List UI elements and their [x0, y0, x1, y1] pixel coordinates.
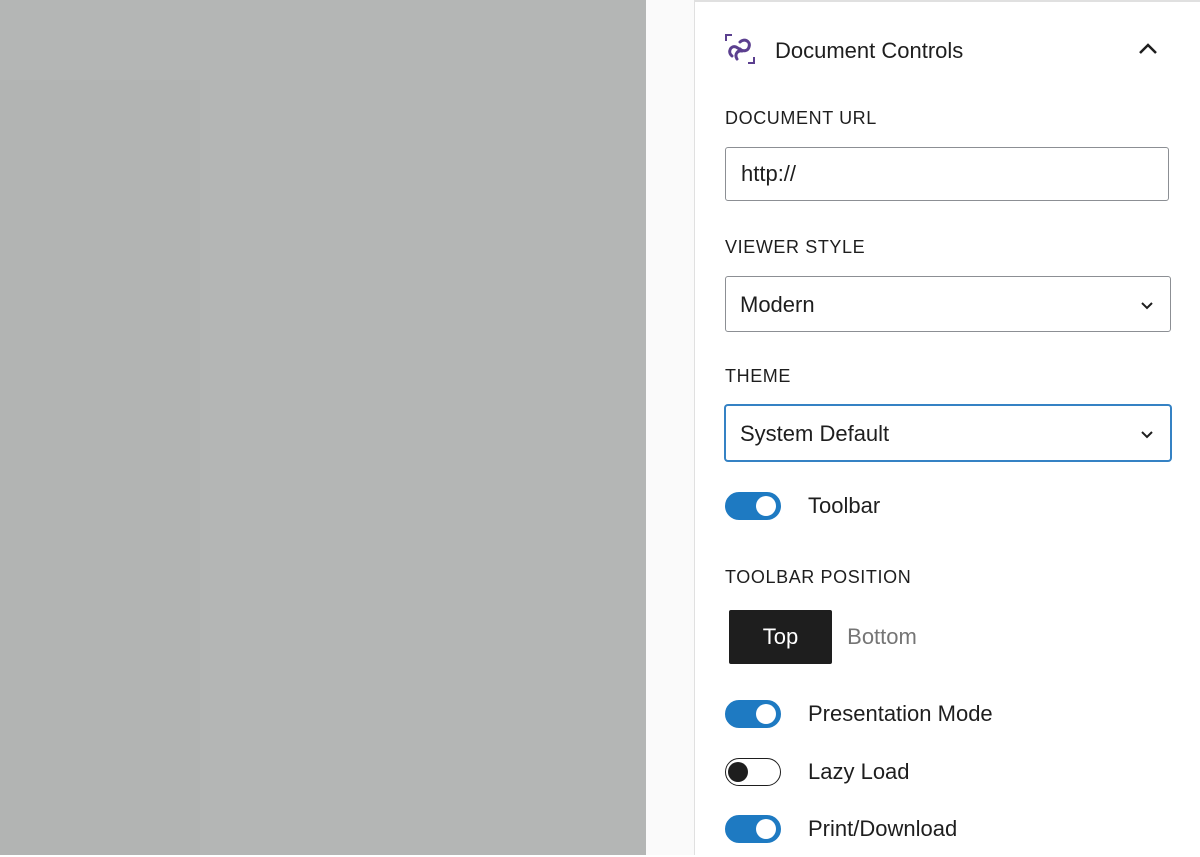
- viewer-style-label: VIEWER STYLE: [725, 237, 866, 257]
- chevron-down-icon: [1141, 302, 1153, 310]
- viewer-style-select[interactable]: Modern: [725, 276, 1171, 332]
- toolbar-position-bottom-button[interactable]: Bottom: [832, 610, 932, 664]
- theme-label: THEME: [725, 366, 791, 386]
- toolbar-toggle-row: Toolbar: [725, 492, 1169, 524]
- presentation-mode-row: Presentation Mode: [725, 700, 1169, 732]
- document-url-input[interactable]: [725, 147, 1169, 201]
- lazy-load-row: Lazy Load: [725, 758, 1169, 790]
- settings-sidebar: Document Controls DOCUMENT URL VIEWER ST…: [646, 0, 1200, 855]
- toggle-knob: [756, 819, 776, 839]
- toggle-knob: [756, 496, 776, 516]
- chevron-down-icon: [1141, 431, 1153, 439]
- editor-canvas[interactable]: [0, 0, 646, 855]
- presentation-mode-toggle[interactable]: [725, 700, 781, 728]
- toggle-knob: [756, 704, 776, 724]
- panel-header[interactable]: Document Controls: [695, 20, 1200, 80]
- print-download-toggle[interactable]: [725, 815, 781, 843]
- print-download-label: Print/Download: [808, 816, 958, 841]
- viewer-style-value: Modern: [740, 292, 815, 317]
- sidebar-gutter: [646, 0, 695, 855]
- toolbar-toggle[interactable]: [725, 492, 781, 520]
- toolbar-position-label: TOOLBAR POSITION: [725, 567, 912, 587]
- chevron-up-icon[interactable]: [1133, 34, 1163, 64]
- theme-select[interactable]: System Default: [725, 405, 1171, 461]
- presentation-mode-label: Presentation Mode: [808, 701, 993, 726]
- toggle-knob: [728, 761, 748, 782]
- lazy-load-toggle[interactable]: [725, 758, 781, 786]
- panel-title: Document Controls: [775, 38, 964, 63]
- canvas-block: [0, 80, 200, 855]
- document-controls-panel: Document Controls DOCUMENT URL VIEWER ST…: [695, 0, 1200, 857]
- print-download-row: Print/Download: [725, 815, 1169, 847]
- toolbar-toggle-label: Toolbar: [808, 493, 881, 518]
- document-embed-logo-icon: [725, 34, 755, 64]
- theme-value: System Default: [740, 421, 890, 446]
- document-url-label: DOCUMENT URL: [725, 108, 877, 128]
- lazy-load-label: Lazy Load: [808, 759, 910, 784]
- toolbar-position-top-button[interactable]: Top: [729, 610, 832, 664]
